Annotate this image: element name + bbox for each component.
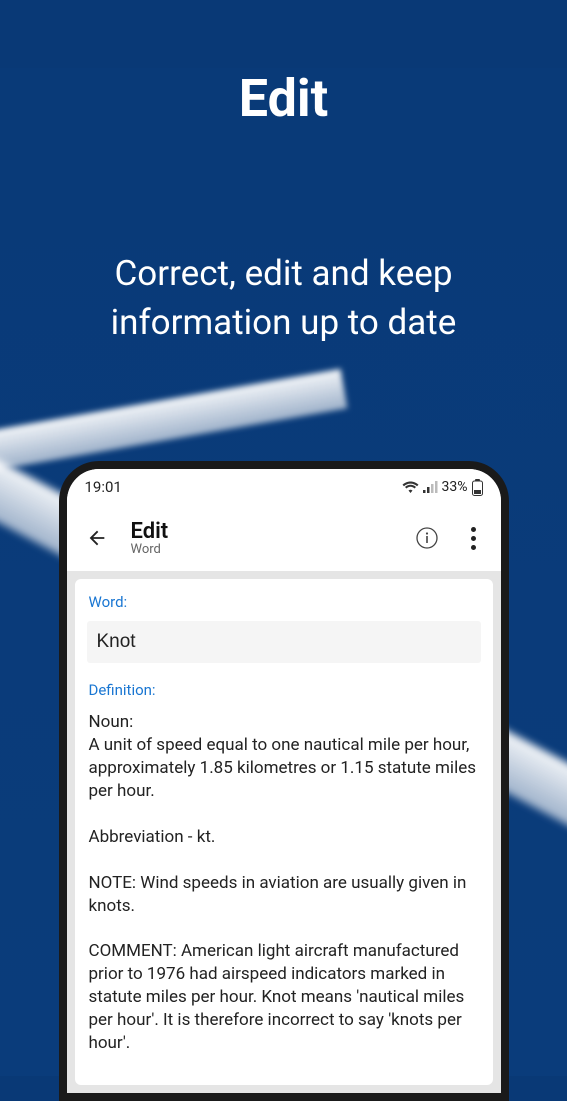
word-field-label: Word: — [89, 593, 479, 611]
more-button[interactable] — [461, 522, 487, 554]
status-bar: 19:01 33% — [67, 469, 501, 505]
info-icon — [415, 526, 439, 550]
app-bar-title: Edit — [131, 519, 393, 544]
status-time: 19:01 — [85, 478, 122, 496]
more-vertical-icon — [471, 527, 476, 532]
promo-subtitle-line: information up to date — [111, 302, 457, 343]
content-area: Word: Definition: Noun: A unit of speed … — [67, 571, 501, 1093]
wifi-icon — [402, 481, 419, 494]
promo-subtitle-line: Correct, edit and keep — [115, 253, 453, 294]
definition-field-label: Definition: — [89, 681, 479, 699]
definition-textarea[interactable]: Noun: A unit of speed equal to one nauti… — [89, 711, 479, 1055]
word-input[interactable] — [97, 631, 471, 653]
arrow-left-icon — [86, 527, 108, 549]
app-bar: Edit Word — [67, 505, 501, 571]
promo-title: Edit — [0, 68, 567, 129]
promo-subtitle: Correct, edit and keep information up to… — [0, 249, 567, 347]
info-button[interactable] — [411, 522, 443, 554]
phone-screen: 19:01 33% Edit Word — [67, 469, 501, 1093]
back-button[interactable] — [81, 522, 113, 554]
signal-icon — [423, 481, 438, 493]
app-bar-titles: Edit Word — [131, 519, 393, 557]
app-bar-subtitle: Word — [131, 542, 393, 557]
word-input-wrap — [87, 621, 481, 663]
battery-percentage: 33% — [442, 479, 468, 495]
phone-frame: 19:01 33% Edit Word — [59, 461, 509, 1101]
edit-card: Word: Definition: Noun: A unit of speed … — [75, 579, 493, 1085]
battery-icon — [472, 479, 483, 496]
status-right: 33% — [402, 479, 483, 496]
